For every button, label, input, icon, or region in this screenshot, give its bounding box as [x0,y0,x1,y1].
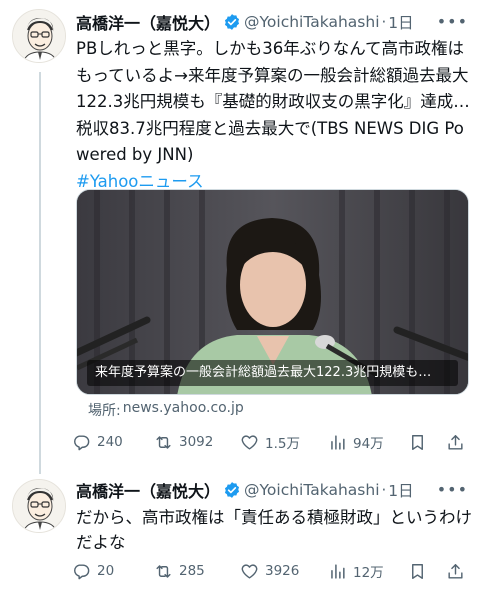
reply-icon [74,563,90,579]
bookmark-icon [412,434,423,450]
share-icon [448,563,463,579]
bookmark-button[interactable] [408,433,433,452]
action-bar: 240 3092 1.5万 94万 [72,431,470,453]
action-bar: 20 285 3926 12万 [72,560,470,582]
views-icon [331,434,345,450]
views-button[interactable]: 94万 [328,432,384,452]
share-icon [448,434,463,450]
author-handle[interactable]: @YoichiTakahashi [244,13,379,31]
like-count: 1.5万 [265,436,300,452]
views-icon [331,563,345,579]
views-count: 94万 [353,436,384,452]
like-button[interactable]: 1.5万 [240,432,300,452]
repost-count: 3092 [179,434,214,450]
views-count: 12万 [353,565,384,581]
bookmark-button[interactable] [408,562,433,581]
repost-icon [156,564,171,578]
link-card-image[interactable]: 来年度予算案の一般会計総額過去最大122.3兆円規模も… [76,189,469,395]
heart-icon [241,563,258,579]
tweet-text: PBしれっと黒字。しかも36年ぶりなんて高市政権はもっているよ→来年度予算案の一… [76,36,472,195]
separator-dot: · [381,13,387,31]
verified-badge-icon [224,14,240,30]
reply-count: 240 [97,434,123,450]
heart-icon [241,434,258,450]
timestamp[interactable]: 1日 [388,479,413,501]
repost-icon [156,435,171,449]
repost-count: 285 [179,563,205,579]
like-count: 3926 [265,563,300,579]
share-button[interactable] [446,562,471,581]
reply-button[interactable]: 20 [72,562,114,581]
tweet-text: だから、高市政権は「責任ある積極財政」というわけだよな [76,508,472,552]
like-button[interactable]: 3926 [240,562,299,581]
author-handle[interactable]: @YoichiTakahashi [244,481,379,499]
avatar[interactable] [12,479,66,533]
tweet-header: 高橋洋一（嘉悦大） @YoichiTakahashi · 1日 ••• [76,478,468,502]
tweet[interactable]: 高橋洋一（嘉悦大） @YoichiTakahashi · 1日 ••• PBしれ… [0,0,480,470]
repost-button[interactable]: 285 [154,562,205,581]
repost-button[interactable]: 3092 [154,433,213,452]
author-name[interactable]: 高橋洋一（嘉悦大） [76,10,220,34]
verified-badge-icon [224,482,240,498]
timestamp[interactable]: 1日 [388,11,413,33]
views-button[interactable]: 12万 [328,561,384,581]
link-source[interactable]: 場所: news.yahoo.co.jp [88,400,244,420]
tweet-header: 高橋洋一（嘉悦大） @YoichiTakahashi · 1日 ••• [76,10,468,34]
reply-count: 20 [97,563,115,579]
separator-dot: · [381,481,387,499]
avatar[interactable] [12,9,66,63]
more-icon[interactable]: ••• [437,12,468,31]
source-label: 場所: [88,403,121,419]
author-name[interactable]: 高橋洋一（嘉悦大） [76,478,220,502]
reply-icon [74,434,90,450]
source-domain[interactable]: news.yahoo.co.jp [123,400,244,420]
share-button[interactable] [446,433,471,452]
tweet[interactable]: 高橋洋一（嘉悦大） @YoichiTakahashi · 1日 ••• だから、… [0,470,480,591]
bookmark-icon [412,563,423,579]
more-icon[interactable]: ••• [437,480,468,499]
media-caption: 来年度予算案の一般会計総額過去最大122.3兆円規模も… [87,360,458,386]
tweet-body: PBしれっと黒字。しかも36年ぶりなんて高市政権はもっているよ→来年度予算案の一… [76,39,470,164]
reply-button[interactable]: 240 [72,433,123,452]
